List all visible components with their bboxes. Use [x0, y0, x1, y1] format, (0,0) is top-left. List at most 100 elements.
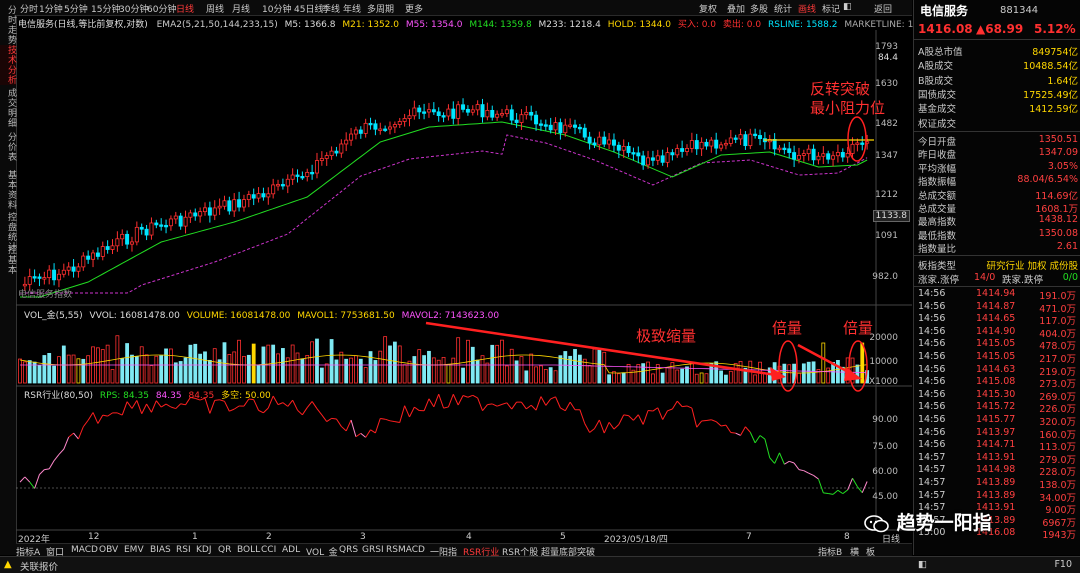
volume-bar	[364, 367, 367, 383]
candle-body	[539, 124, 542, 126]
volume-bar	[121, 359, 124, 383]
indicator-tab-7[interactable]: KDJ	[196, 545, 212, 555]
period-tab-9[interactable]: 10分钟	[262, 2, 291, 15]
candle-body	[427, 110, 430, 112]
status-arrow-icon[interactable]: ▲	[4, 559, 12, 570]
toolbar-tool-7[interactable]: 返回	[874, 2, 892, 15]
indicator-tab-3[interactable]: OBV	[99, 545, 118, 555]
rsr-tick: 75.00	[872, 442, 898, 452]
rsr-line-segment	[492, 404, 497, 406]
rsr-line-segment	[395, 422, 400, 423]
status-text[interactable]: 关联报价	[20, 559, 58, 573]
left-tab-3[interactable]: 分价表	[0, 132, 16, 162]
candle-body	[116, 239, 119, 246]
indicator-tab-13[interactable]: QRS	[339, 545, 358, 555]
indicator-tab-10[interactable]: CCI	[261, 545, 276, 555]
tick-time: 14:56	[918, 301, 945, 312]
tick-time: 14:56	[918, 427, 945, 438]
tick-row: 14:561414.71113.0万	[918, 439, 1078, 451]
f10-tab[interactable]: F10	[1054, 559, 1072, 570]
toolbar-tool-5[interactable]: 标记	[822, 2, 840, 15]
indicator-tab-15[interactable]: RSMACD	[386, 545, 425, 555]
period-tab-8[interactable]: 月线	[232, 2, 250, 15]
rsr-line-segment	[405, 406, 410, 417]
period-tab-7[interactable]: 周线	[206, 2, 224, 15]
candle-body	[164, 225, 167, 227]
left-tab-4[interactable]: 基本资料	[0, 170, 16, 210]
toolbar-tool-3[interactable]: 统计	[774, 2, 792, 15]
m55-value: M55: 1354.0	[406, 20, 463, 30]
candle-body	[715, 140, 718, 148]
period-tab-5[interactable]: 60分钟	[147, 2, 176, 15]
chart-area[interactable]: 电信服务(日线,等比前复权,对数) EMA2(5,21,50,144,233,1…	[16, 15, 912, 543]
period-tab-1[interactable]: 1分钟	[39, 2, 63, 15]
left-tab-0[interactable]: 分时走势	[0, 5, 16, 45]
candle-body	[617, 145, 620, 150]
volume-bar	[432, 358, 435, 383]
period-toolbar: 分时1分钟5分钟15分钟30分钟60分钟日线周线月线 10分钟45日线季线年线多周…	[16, 0, 912, 16]
f10-icon[interactable]: ◧	[918, 559, 927, 570]
rsr-line-segment	[254, 400, 259, 411]
date-tick: 3	[360, 532, 366, 542]
volume-bar	[559, 356, 562, 383]
indicator-tab-8[interactable]: QR	[218, 545, 231, 555]
period-tab-2[interactable]: 5分钟	[64, 2, 88, 15]
period-tab-6[interactable]: 日线	[176, 2, 194, 15]
tick-price: 1413.89	[976, 490, 1015, 501]
left-tab-2[interactable]: 成交明细	[0, 88, 16, 128]
indicator-tab-14[interactable]: GRSI	[362, 545, 384, 555]
toolbar-tool-4[interactable]: 画线	[798, 2, 816, 15]
tick-row: 14:571414.98228.0万	[918, 464, 1078, 476]
volume-bar	[184, 358, 187, 383]
indicator-tab-6[interactable]: RSI	[176, 545, 191, 555]
rsr-tick: 45.00	[872, 492, 898, 502]
rsr-line-segment	[25, 477, 30, 482]
indicator-tab-4[interactable]: EMV	[124, 545, 144, 555]
period-tab-11[interactable]: 季线	[322, 2, 340, 15]
volume-bar	[642, 364, 645, 383]
period-tab-0[interactable]: 分时	[20, 2, 38, 15]
tick-row: 14:561415.30269.0万	[918, 389, 1078, 401]
period-tab-10[interactable]: 45日线	[294, 2, 323, 15]
period-tab-14[interactable]: 更多	[405, 2, 423, 15]
volume-bar	[398, 346, 401, 383]
index-price: 1416.08	[918, 22, 973, 36]
sector-type-value[interactable]: 研究行业 加权 成份股	[986, 258, 1078, 272]
period-tab-13[interactable]: 多周期	[367, 2, 394, 15]
indicator-tab-2[interactable]: MACD	[71, 545, 98, 555]
annotation-double-1: 倍量	[772, 317, 802, 338]
candle-body	[179, 216, 182, 226]
ma-long-line	[20, 135, 867, 293]
kline-chart-svg[interactable]	[16, 15, 912, 543]
chart-title: 电信服务(日线,等比前复权,对数)	[18, 20, 148, 30]
index-stat-row: 指数振幅88.04/6.54%	[918, 174, 1078, 187]
period-tab-4[interactable]: 30分钟	[119, 2, 148, 15]
rsr-name: RSR行业(80,50)	[24, 391, 93, 401]
toolbar-tool-0[interactable]: 复权	[699, 2, 717, 15]
rsr-line-segment	[351, 420, 356, 437]
volume-bar	[374, 360, 377, 383]
candle-body	[758, 135, 761, 138]
tick-price: 1415.08	[976, 376, 1015, 387]
toolbar-tool-2[interactable]: 多股	[750, 2, 768, 15]
toolbar-tool-1[interactable]: 叠加	[727, 2, 745, 15]
indicator-tab-11[interactable]: ADL	[282, 545, 300, 555]
rsr-line-segment	[229, 409, 234, 411]
stat-label: 基金成交	[918, 101, 956, 115]
period-tab-3[interactable]: 15分钟	[91, 2, 120, 15]
tick-row: 14:561415.77320.0万	[918, 414, 1078, 426]
rsr-line-segment	[814, 475, 819, 479]
indicator-tab-9[interactable]: BOLL	[237, 545, 260, 555]
rsr-line-segment	[298, 410, 303, 415]
toolbar-tool-6[interactable]: ◧	[843, 2, 852, 12]
rsr-line-segment	[779, 453, 784, 464]
period-tab-12[interactable]: 年线	[343, 2, 361, 15]
left-tab-6[interactable]: 控基本	[0, 245, 16, 275]
candle-body	[106, 247, 109, 250]
rsr-line-segment	[156, 401, 161, 407]
left-tab-1[interactable]: 技术分析	[0, 45, 16, 85]
rsr-line-segment	[580, 410, 585, 424]
indicator-tab-5[interactable]: BIAS	[150, 545, 171, 555]
candle-body	[642, 156, 645, 165]
price-tick: 1212	[875, 190, 898, 200]
